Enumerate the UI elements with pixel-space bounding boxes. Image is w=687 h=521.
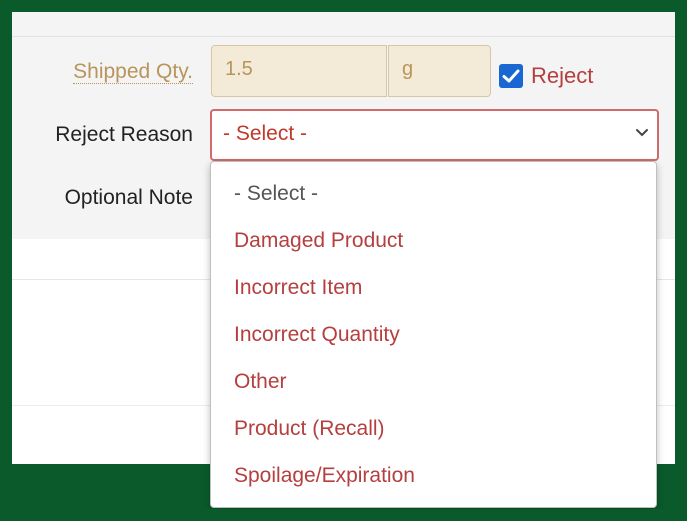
dropdown-option-spoilage-expiration[interactable]: Spoilage/Expiration bbox=[211, 452, 656, 499]
reject-reason-selected-value: - Select - bbox=[223, 122, 308, 145]
dropdown-option-incorrect-item[interactable]: Incorrect Item bbox=[211, 264, 656, 311]
dropdown-option-product-recall[interactable]: Product (Recall) bbox=[211, 405, 656, 452]
reject-reason-select[interactable]: - Select - bbox=[210, 109, 659, 161]
dropdown-option-damaged-product[interactable]: Damaged Product bbox=[211, 217, 656, 264]
reject-reason-dropdown-list: - Select - Damaged Product Incorrect Ite… bbox=[210, 161, 657, 508]
shipped-qty-label: Shipped Qty. bbox=[73, 60, 193, 84]
reject-checkbox-group[interactable]: Reject bbox=[499, 61, 593, 91]
reject-label[interactable]: Reject bbox=[531, 63, 593, 89]
chevron-down-icon bbox=[636, 129, 648, 137]
shipped-qty-field[interactable]: 1.5 bbox=[211, 45, 387, 97]
checkmark-icon bbox=[502, 69, 520, 83]
modal-window: Shipped Qty. 1.5 g Reject Reject Reason … bbox=[12, 12, 675, 509]
dropdown-option-incorrect-quantity[interactable]: Incorrect Quantity bbox=[211, 311, 656, 358]
panel-divider bbox=[12, 36, 675, 37]
dropdown-option-other[interactable]: Other bbox=[211, 358, 656, 405]
dropdown-option-select[interactable]: - Select - bbox=[211, 170, 656, 217]
optional-note-label: Optional Note bbox=[64, 186, 193, 209]
unit-field[interactable]: g bbox=[388, 45, 491, 97]
reject-reason-label: Reject Reason bbox=[55, 123, 193, 146]
shipped-qty-label-text: Shipped Qty. bbox=[73, 60, 193, 84]
reject-checkbox[interactable] bbox=[499, 64, 523, 88]
